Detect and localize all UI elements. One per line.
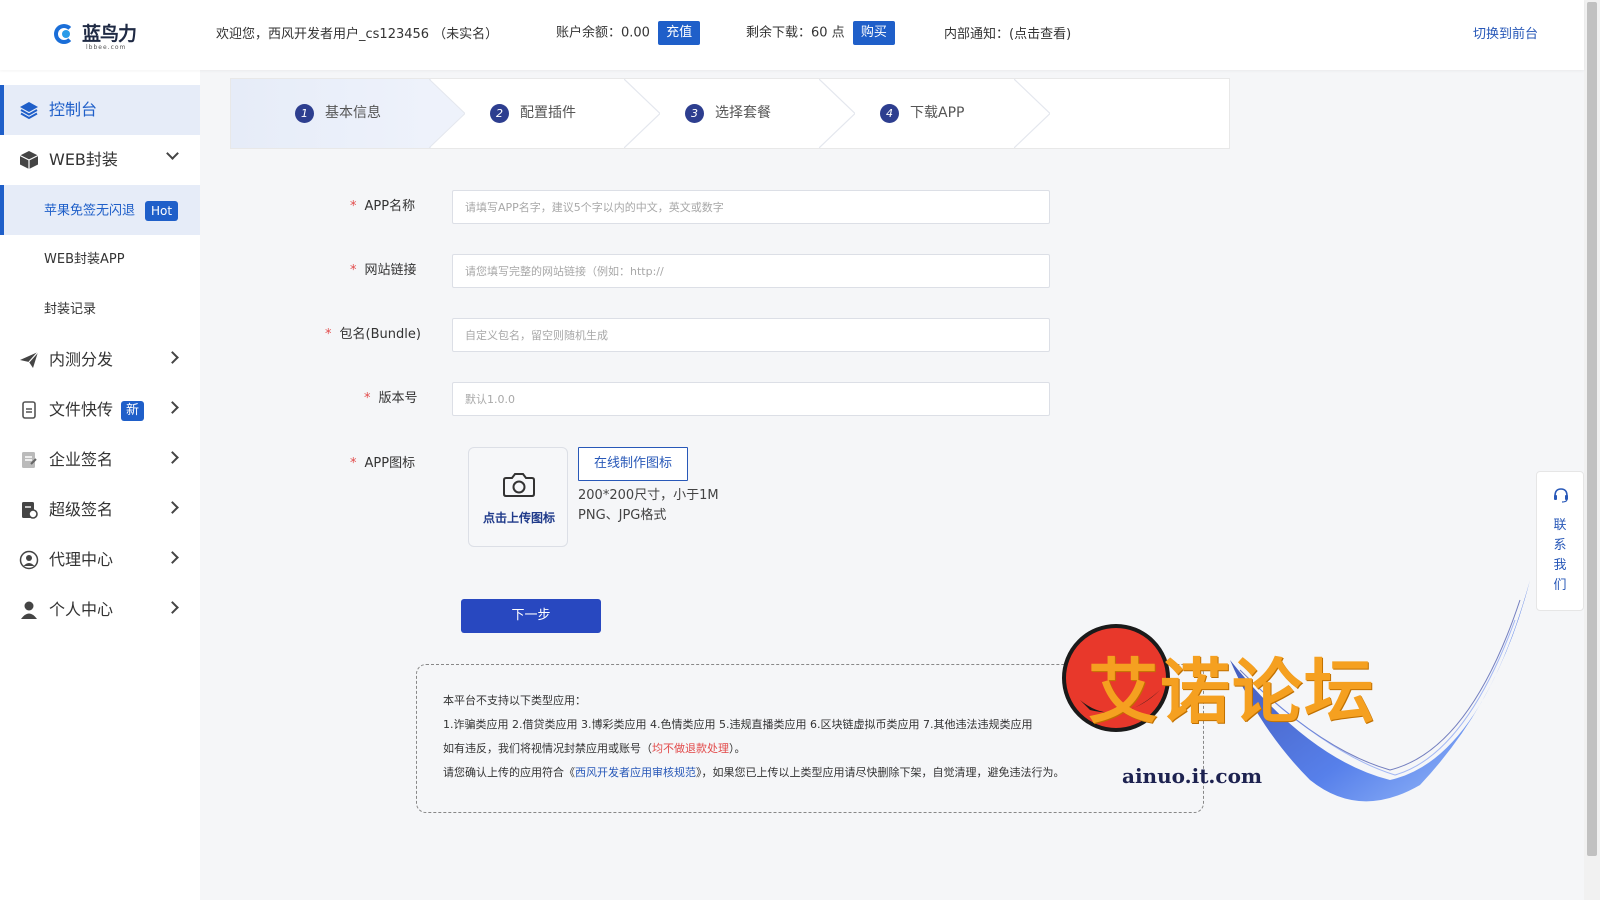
app-icon-label: * APP图标 bbox=[350, 456, 416, 471]
super-sign-icon bbox=[19, 500, 39, 520]
sidebar-item-label: WEB封装 bbox=[49, 150, 118, 169]
step-label: 配置插件 bbox=[520, 105, 576, 121]
scrollbar-thumb[interactable] bbox=[1587, 2, 1597, 856]
sidebar-item-personal-center[interactable]: 个人中心 bbox=[0, 585, 200, 635]
icon-format-hint: PNG、JPG格式 bbox=[578, 508, 667, 523]
box-icon bbox=[19, 150, 39, 170]
notice-line: 1.诈骗类应用 2.借贷类应用 3.博彩类应用 4.色情类应用 5.违规直播类应… bbox=[443, 718, 1033, 731]
app-name-label: * APP名称 bbox=[350, 199, 416, 214]
sidebar-item-agent-center[interactable]: 代理中心 bbox=[0, 535, 200, 585]
step-number: 4 bbox=[880, 104, 899, 123]
version-label: * 版本号 bbox=[364, 391, 418, 406]
sidebar-item-enterprise-sign[interactable]: 企业签名 bbox=[0, 435, 200, 485]
step-label: 下载APP bbox=[910, 105, 965, 121]
bundle-label: * 包名(Bundle) bbox=[325, 327, 421, 342]
enterprise-sign-icon bbox=[19, 450, 39, 470]
sidebar-subitem-label: 封装记录 bbox=[44, 302, 97, 317]
logo[interactable]: 蓝鸟力 lbbee.com bbox=[54, 22, 137, 51]
sidebar-item-label: 控制台 bbox=[49, 100, 98, 119]
user-icon bbox=[19, 600, 39, 620]
step-progress: 1 基本信息 2 配置插件 3 选择套餐 4 下载APP bbox=[230, 78, 1230, 149]
new-badge: 新 bbox=[121, 400, 145, 421]
balance-group: 账户余额：0.00 充值 bbox=[556, 21, 701, 45]
buy-button[interactable]: 购买 bbox=[852, 21, 895, 45]
contact-us-text: 联系我们 bbox=[1553, 518, 1567, 593]
chevron-right-icon bbox=[166, 601, 179, 614]
notice-line: 本平台不支持以下类型应用： bbox=[443, 694, 586, 707]
website-url-label: * 网站链接 bbox=[350, 263, 417, 278]
paper-plane-icon bbox=[19, 350, 39, 370]
sidebar-item-beta-distribution[interactable]: 内测分发 bbox=[0, 335, 200, 385]
internal-notice-link[interactable]: 内部通知：(点击查看) bbox=[944, 24, 1071, 46]
sidebar-item-super-sign[interactable]: 超级签名 bbox=[0, 485, 200, 535]
upload-icon-text: 点击上传图标 bbox=[482, 511, 555, 525]
website-url-input[interactable] bbox=[452, 254, 1050, 288]
step-label: 选择套餐 bbox=[715, 105, 771, 121]
layers-icon bbox=[19, 100, 39, 120]
step-number: 3 bbox=[685, 104, 704, 123]
review-guidelines-link[interactable]: 西风开发者应用审核规范 bbox=[575, 766, 696, 779]
chevron-right-icon bbox=[166, 501, 179, 514]
switch-to-frontend-link[interactable]: 切换到前台 bbox=[1473, 24, 1538, 46]
balance-text: 账户余额：0.00 bbox=[556, 25, 650, 41]
logo-text: 蓝鸟力 bbox=[82, 22, 137, 45]
watermark-text: 艾诺论坛 bbox=[1088, 651, 1376, 733]
watermark-url: ainuo.it.com bbox=[1122, 764, 1263, 788]
logo-subtext: lbbee.com bbox=[86, 44, 127, 51]
sidebar-item-label: 代理中心 bbox=[49, 550, 114, 569]
sidebar-subitem-apple-signless[interactable]: 苹果免签无闪退 Hot bbox=[0, 185, 200, 235]
sidebar-subitem-label: 苹果免签无闪退 Hot bbox=[44, 201, 179, 221]
make-icon-online-button[interactable]: 在线制作图标 bbox=[578, 447, 688, 481]
downloads-text: 剩余下载：60 点 bbox=[746, 25, 845, 41]
welcome-text: 欢迎您，西风开发者用户_cs123456 （未实名） bbox=[216, 27, 499, 42]
step-number: 2 bbox=[490, 104, 509, 123]
chevron-down-icon bbox=[166, 147, 179, 160]
step-label: 基本信息 bbox=[325, 105, 381, 121]
file-transfer-icon bbox=[19, 400, 39, 420]
headset-icon bbox=[1554, 488, 1568, 503]
no-refund-text: 均不做退款处理 bbox=[652, 742, 729, 755]
policy-notice: 本平台不支持以下类型应用： 1.诈骗类应用 2.借贷类应用 3.博彩类应用 4.… bbox=[416, 664, 1204, 813]
sidebar-subitem-wrap-records[interactable]: 封装记录 bbox=[0, 285, 200, 335]
camera-icon bbox=[503, 473, 535, 497]
sidebar-item-label: 文件快传新 bbox=[49, 399, 145, 421]
contact-us-float[interactable]: 联系我们 bbox=[1536, 471, 1584, 611]
app-name-input[interactable] bbox=[452, 190, 1050, 224]
sidebar-item-dashboard[interactable]: 控制台 bbox=[0, 85, 200, 135]
downloads-group: 剩余下载：60 点 购买 bbox=[746, 21, 895, 45]
top-header: 蓝鸟力 lbbee.com 欢迎您，西风开发者用户_cs123456 （未实名）… bbox=[0, 0, 1584, 70]
chevron-right-icon bbox=[166, 451, 179, 464]
step-divider bbox=[624, 79, 660, 148]
sidebar-subitem-web-app[interactable]: WEB封装APP bbox=[0, 235, 200, 285]
chevron-right-icon bbox=[166, 551, 179, 564]
recharge-button[interactable]: 充值 bbox=[658, 21, 701, 45]
hot-badge: Hot bbox=[145, 201, 179, 221]
sidebar: 控制台 WEB封装 苹果免签无闪退 Hot WEB封装APP 封装记录 内测分发 … bbox=[0, 70, 200, 900]
step-number: 1 bbox=[295, 104, 314, 123]
sidebar-item-label: 个人中心 bbox=[49, 600, 114, 619]
logo-mark-icon bbox=[54, 22, 78, 46]
icon-size-hint: 200*200尺寸，小于1M bbox=[578, 488, 719, 503]
step-divider bbox=[819, 79, 855, 148]
notice-line: 请您确认上传的应用符合《西风开发者应用审核规范》，如果您已上传以上类型应用请尽快… bbox=[443, 766, 1065, 779]
sidebar-item-file-transfer[interactable]: 文件快传新 bbox=[0, 385, 200, 435]
bundle-input[interactable] bbox=[452, 318, 1050, 352]
chevron-right-icon bbox=[166, 401, 179, 414]
step-divider bbox=[1014, 79, 1050, 148]
sidebar-item-label: 超级签名 bbox=[49, 500, 114, 519]
sidebar-item-web-wrap[interactable]: WEB封装 bbox=[0, 135, 200, 185]
version-input[interactable] bbox=[452, 382, 1050, 416]
sidebar-item-label: 内测分发 bbox=[49, 350, 114, 369]
chevron-right-icon bbox=[166, 351, 179, 364]
icon-upload-area[interactable]: 点击上传图标 bbox=[468, 447, 568, 547]
notice-line: 如有违反，我们将视情况封禁应用或账号（均不做退款处理）。 bbox=[443, 742, 746, 755]
next-step-button[interactable]: 下一步 bbox=[461, 599, 601, 633]
sidebar-subitem-label: WEB封装APP bbox=[44, 252, 125, 267]
agent-icon bbox=[19, 550, 39, 570]
sidebar-item-label: 企业签名 bbox=[49, 450, 114, 469]
vertical-scrollbar[interactable] bbox=[1584, 0, 1600, 900]
step-divider bbox=[429, 79, 465, 148]
